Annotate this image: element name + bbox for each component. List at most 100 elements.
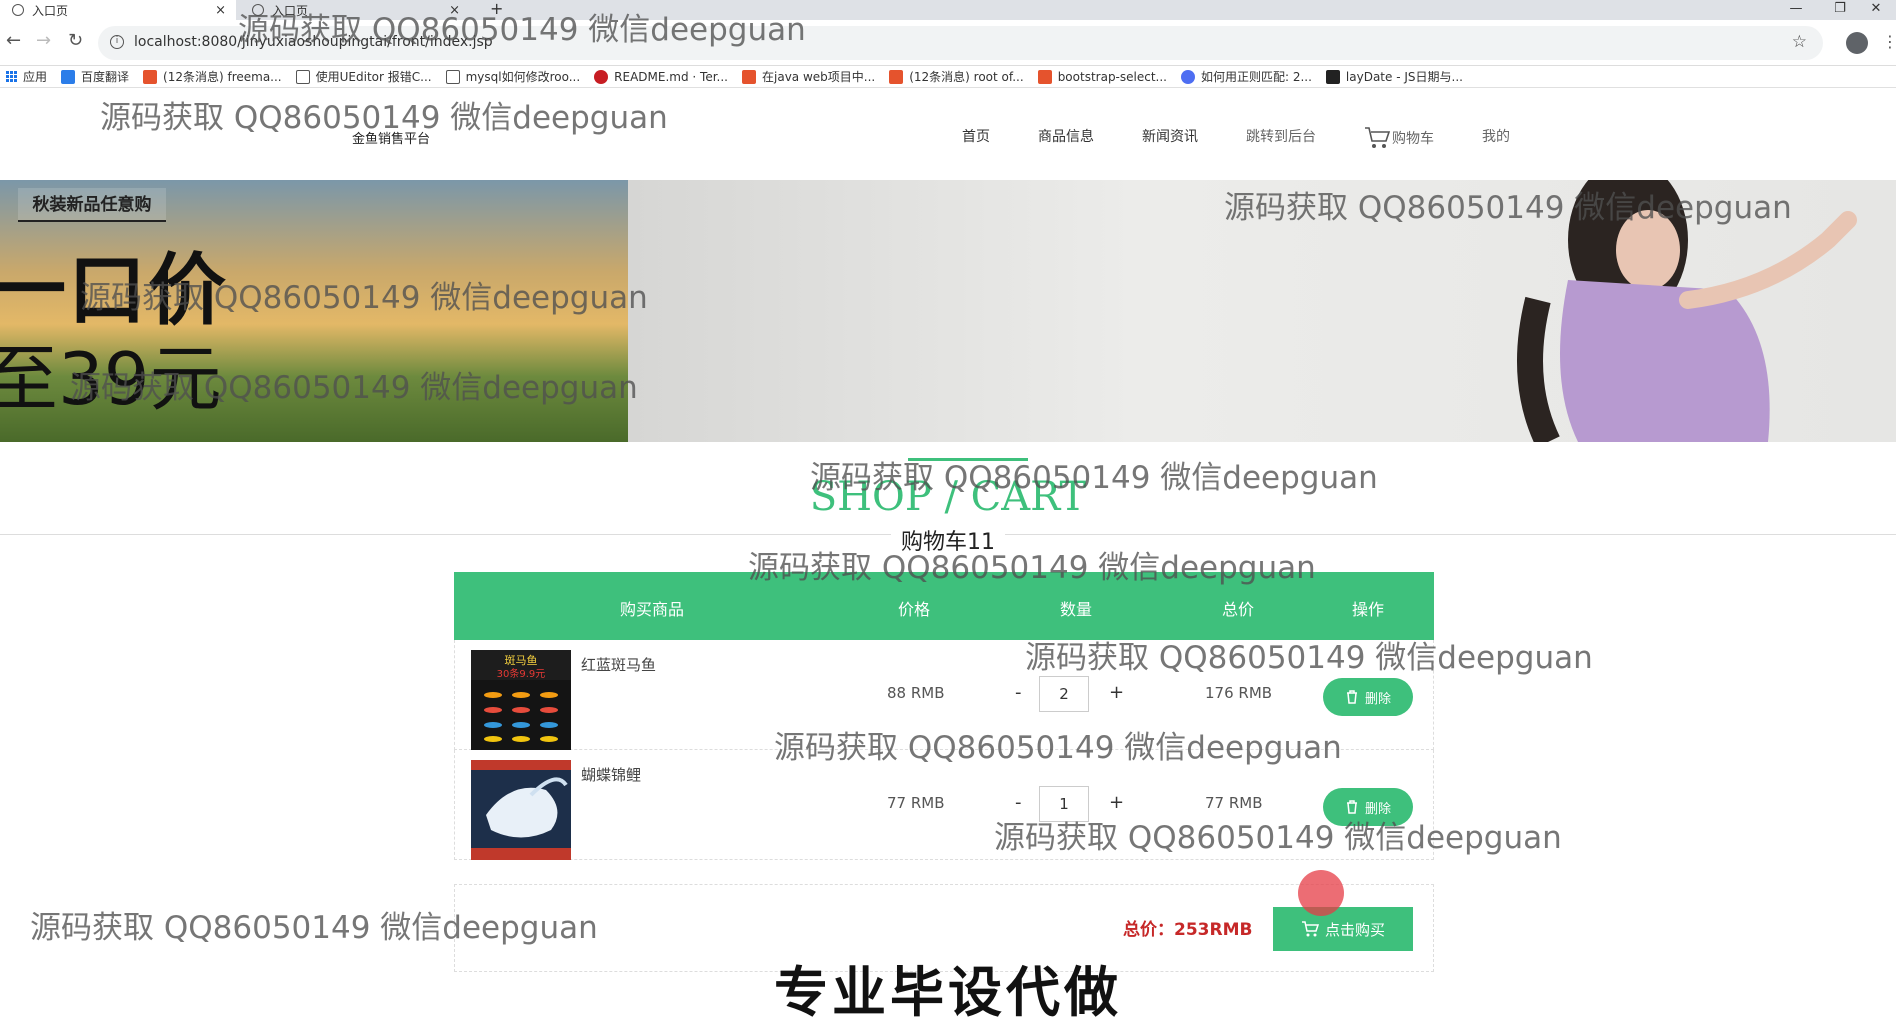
section-title: SHOP / CART xyxy=(809,474,1087,520)
bottom-overlay-text: 专业毕设代做 xyxy=(774,961,1122,1024)
banner-carousel[interactable]: 秋装新品任意购 一口价 至39元 秋上 xyxy=(0,180,1896,442)
bookmark-item[interactable]: (12条消息) freema... xyxy=(143,68,282,85)
apps-grid-icon xyxy=(6,71,17,82)
bookmarks-bar: 应用 百度翻译 (12条消息) freema... 使用UEditor 报错C.… xyxy=(0,66,1896,88)
bookmark-item[interactable]: README.md · Ter... xyxy=(594,69,728,84)
bookmark-item[interactable]: 如何用正则匹配: 2... xyxy=(1180,68,1312,85)
site-header: 金鱼销售平台 首页 商品信息 新闻资讯 跳转到后台 购物车 我的 xyxy=(0,88,1896,180)
bookmark-label: 如何用正则匹配: 2... xyxy=(1200,70,1312,84)
product-name[interactable]: 红蓝斑马鱼 xyxy=(581,654,656,675)
delete-label: 删除 xyxy=(1364,801,1391,817)
baidu-paw-icon xyxy=(1180,69,1195,84)
title-accent-bar xyxy=(908,458,1028,461)
product-name[interactable]: 蝴蝶锦鲤 xyxy=(581,764,641,785)
bookmark-item[interactable]: 在java web项目中... xyxy=(742,68,875,85)
main-nav: 首页 商品信息 新闻资讯 跳转到后台 购物车 我的 xyxy=(962,126,1558,150)
bookmark-label: bootstrap-select... xyxy=(1057,69,1167,84)
csdn-icon xyxy=(889,69,904,84)
nav-home[interactable]: 首页 xyxy=(962,126,990,150)
csdn-icon xyxy=(742,69,756,84)
trash-icon xyxy=(1346,800,1357,814)
col-product: 购买商品 xyxy=(620,600,685,619)
close-window-button[interactable]: ✕ xyxy=(1856,0,1896,20)
nav-admin[interactable]: 跳转到后台 xyxy=(1246,126,1316,150)
qty-decrease-button[interactable]: - xyxy=(1015,792,1022,813)
nav-mine[interactable]: 我的 xyxy=(1482,126,1510,150)
site-icon xyxy=(295,69,310,84)
back-icon[interactable]: ← xyxy=(6,30,21,51)
bookmark-item[interactable]: 使用UEditor 报错C... xyxy=(295,68,432,85)
cart-table-header: 购买商品 价格 数量 总价 操作 xyxy=(454,572,1434,640)
site-logo[interactable]: 金鱼销售平台 xyxy=(352,128,430,147)
bookmark-label: 使用UEditor 报错C... xyxy=(315,70,432,84)
account-icon[interactable] xyxy=(1846,32,1868,54)
translate-icon xyxy=(61,69,76,84)
qty-increase-button[interactable]: + xyxy=(1109,682,1124,703)
qty-input[interactable]: 2 xyxy=(1039,676,1089,712)
site-icon xyxy=(445,69,460,84)
product-thumbnail[interactable]: 斑马鱼 30条9.9元 xyxy=(471,650,571,750)
product-price: 77 RMB xyxy=(887,794,945,812)
globe-icon xyxy=(12,4,24,16)
bookmark-item[interactable]: (12条消息) root of... xyxy=(889,68,1024,85)
bookmark-label: (12条消息) freema... xyxy=(163,70,282,84)
col-total: 总价 xyxy=(1222,600,1255,619)
qty-input[interactable]: 1 xyxy=(1039,786,1089,822)
nav-news[interactable]: 新闻资讯 xyxy=(1142,126,1198,150)
promo-price-sub: 至39元 xyxy=(0,337,222,421)
browser-tab[interactable]: 入口页 × xyxy=(240,0,470,20)
bookmark-label: README.md · Ter... xyxy=(614,69,728,84)
bookmark-star-icon[interactable]: ☆ xyxy=(1792,32,1807,52)
cart-icon xyxy=(1301,921,1319,937)
tab-close-icon[interactable]: × xyxy=(449,3,460,18)
qty-increase-button[interactable]: + xyxy=(1109,792,1124,813)
address-bar[interactable]: i localhost:8080/jinyuxiaoshoupingtai/fr… xyxy=(98,26,1823,60)
delete-button[interactable]: 删除 xyxy=(1323,678,1413,716)
bookmark-apps[interactable]: 应用 xyxy=(6,68,47,85)
col-quantity: 数量 xyxy=(1060,600,1093,619)
bookmark-label: (12条消息) root of... xyxy=(909,70,1024,84)
cart-icon xyxy=(1365,127,1391,148)
bookmark-label: 在java web项目中... xyxy=(762,70,876,84)
tab-title: 入口页 xyxy=(272,3,309,18)
forward-icon[interactable]: → xyxy=(36,30,51,51)
reload-icon[interactable]: ↻ xyxy=(68,30,83,51)
svg-text:30条9.9元: 30条9.9元 xyxy=(497,667,546,680)
col-action: 操作 xyxy=(1352,600,1385,619)
tab-title: 入口页 xyxy=(32,3,69,18)
bookmark-item[interactable]: bootstrap-select... xyxy=(1037,69,1167,84)
trash-icon xyxy=(1346,690,1357,704)
cart-subtitle: 购物车11 xyxy=(0,524,1896,556)
qty-decrease-button[interactable]: - xyxy=(1015,682,1022,703)
bookmark-label: mysql如何修改roo... xyxy=(465,70,581,84)
bookmark-label: 百度翻译 xyxy=(81,70,130,84)
banner-right-image: 秋上 xyxy=(628,180,1896,442)
site-icon xyxy=(1037,69,1052,84)
nav-products[interactable]: 商品信息 xyxy=(1038,126,1094,150)
buy-button[interactable]: 点击购买 xyxy=(1273,907,1413,951)
browser-tab-bar: 入口页 × 入口页 × + — ❐ ✕ xyxy=(0,0,1896,20)
bookmark-label: layDate - JS日期与... xyxy=(1345,70,1463,84)
product-thumbnail[interactable] xyxy=(471,760,571,860)
cursor-highlight xyxy=(1298,870,1344,916)
restore-button[interactable]: ❐ xyxy=(1820,0,1860,20)
nav-cart-label: 购物车 xyxy=(1392,131,1434,147)
menu-kebab-icon[interactable]: ⋮ xyxy=(1882,32,1896,51)
bookmark-item[interactable]: layDate - JS日期与... xyxy=(1325,68,1463,85)
bookmark-item[interactable]: 百度翻译 xyxy=(61,68,129,85)
delete-button[interactable]: 删除 xyxy=(1323,788,1413,826)
url-text[interactable]: localhost:8080/jinyuxiaoshoupingtai/fron… xyxy=(134,34,493,50)
cart-row: 斑马鱼 30条9.9元 红蓝斑马鱼 88 RMB - 2 + 176 RMB 删… xyxy=(454,640,1434,750)
row-total: 77 RMB xyxy=(1205,794,1263,812)
cart-row: 蝴蝶锦鲤 77 RMB - 1 + 77 RMB 删除 xyxy=(454,750,1434,860)
globe-icon xyxy=(252,4,264,16)
bookmark-label: 应用 xyxy=(23,70,48,84)
tab-close-icon[interactable]: × xyxy=(215,3,226,18)
nav-cart[interactable]: 购物车 xyxy=(1364,126,1434,150)
new-tab-button[interactable]: + xyxy=(490,0,503,18)
minimize-button[interactable]: — xyxy=(1776,0,1816,20)
browser-tab-active[interactable]: 入口页 × xyxy=(0,0,236,20)
col-price: 价格 xyxy=(898,600,931,619)
bookmark-item[interactable]: mysql如何修改roo... xyxy=(445,68,581,85)
info-icon[interactable]: i xyxy=(110,35,124,49)
